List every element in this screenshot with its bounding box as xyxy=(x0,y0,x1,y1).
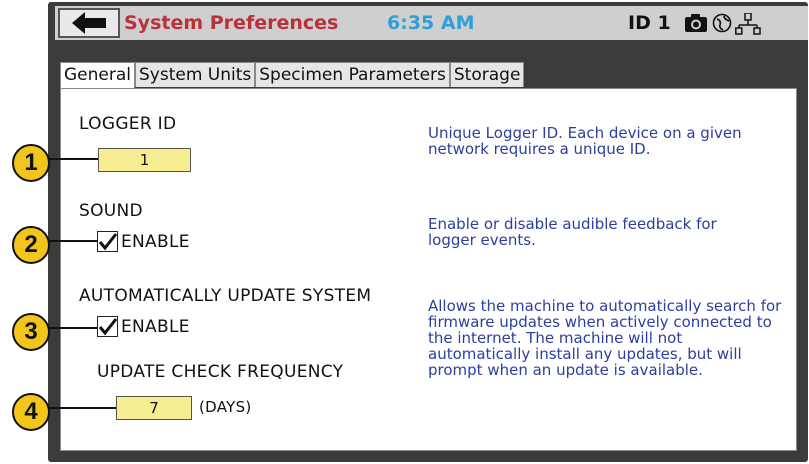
sound-enable-checkbox[interactable] xyxy=(97,231,118,252)
update-frequency-field[interactable]: 7 xyxy=(116,396,192,420)
page-title: System Preferences xyxy=(124,12,339,34)
camera-icon[interactable] xyxy=(684,13,708,33)
clock: 6:35 AM xyxy=(387,12,475,34)
globe-icon[interactable] xyxy=(712,13,732,33)
tab-bar: General System Units Specimen Parameters… xyxy=(60,62,525,89)
callout-badge-4: 4 xyxy=(12,393,50,431)
auto-update-enable-checkbox[interactable] xyxy=(97,316,118,337)
callout-badge-3: 3 xyxy=(12,313,50,351)
tab-specimen-parameters[interactable]: Specimen Parameters xyxy=(255,62,450,87)
update-frequency-label: UPDATE CHECK FREQUENCY xyxy=(97,362,344,382)
back-arrow-icon xyxy=(72,12,106,34)
logger-id-label: LOGGER ID xyxy=(79,114,177,134)
auto-update-label: AUTOMATICALLY UPDATE SYSTEM xyxy=(79,286,372,306)
update-frequency-unit: (DAYS) xyxy=(199,398,252,416)
logger-id-field[interactable]: 1 xyxy=(98,148,191,172)
logger-id-help: Unique Logger ID. Each device on a given… xyxy=(428,124,742,158)
auto-update-help: Allows the machine to automatically sear… xyxy=(428,297,782,379)
tab-storage[interactable]: Storage xyxy=(449,62,525,87)
auto-update-enable-label: ENABLE xyxy=(121,317,190,337)
sound-enable-label: ENABLE xyxy=(121,232,190,252)
callout-badge-1: 1 xyxy=(12,144,50,182)
back-button[interactable] xyxy=(58,8,120,38)
tab-general[interactable]: General xyxy=(60,62,135,89)
network-icon[interactable] xyxy=(735,13,761,35)
checkmark-icon xyxy=(98,318,118,336)
sound-label: SOUND xyxy=(79,201,143,221)
tab-system-units[interactable]: System Units xyxy=(135,62,256,87)
device-id-label: ID 1 xyxy=(628,12,671,34)
sound-help: Enable or disable audible feedback for l… xyxy=(428,215,717,249)
callout-badge-2: 2 xyxy=(12,226,50,264)
checkmark-icon xyxy=(98,233,118,251)
